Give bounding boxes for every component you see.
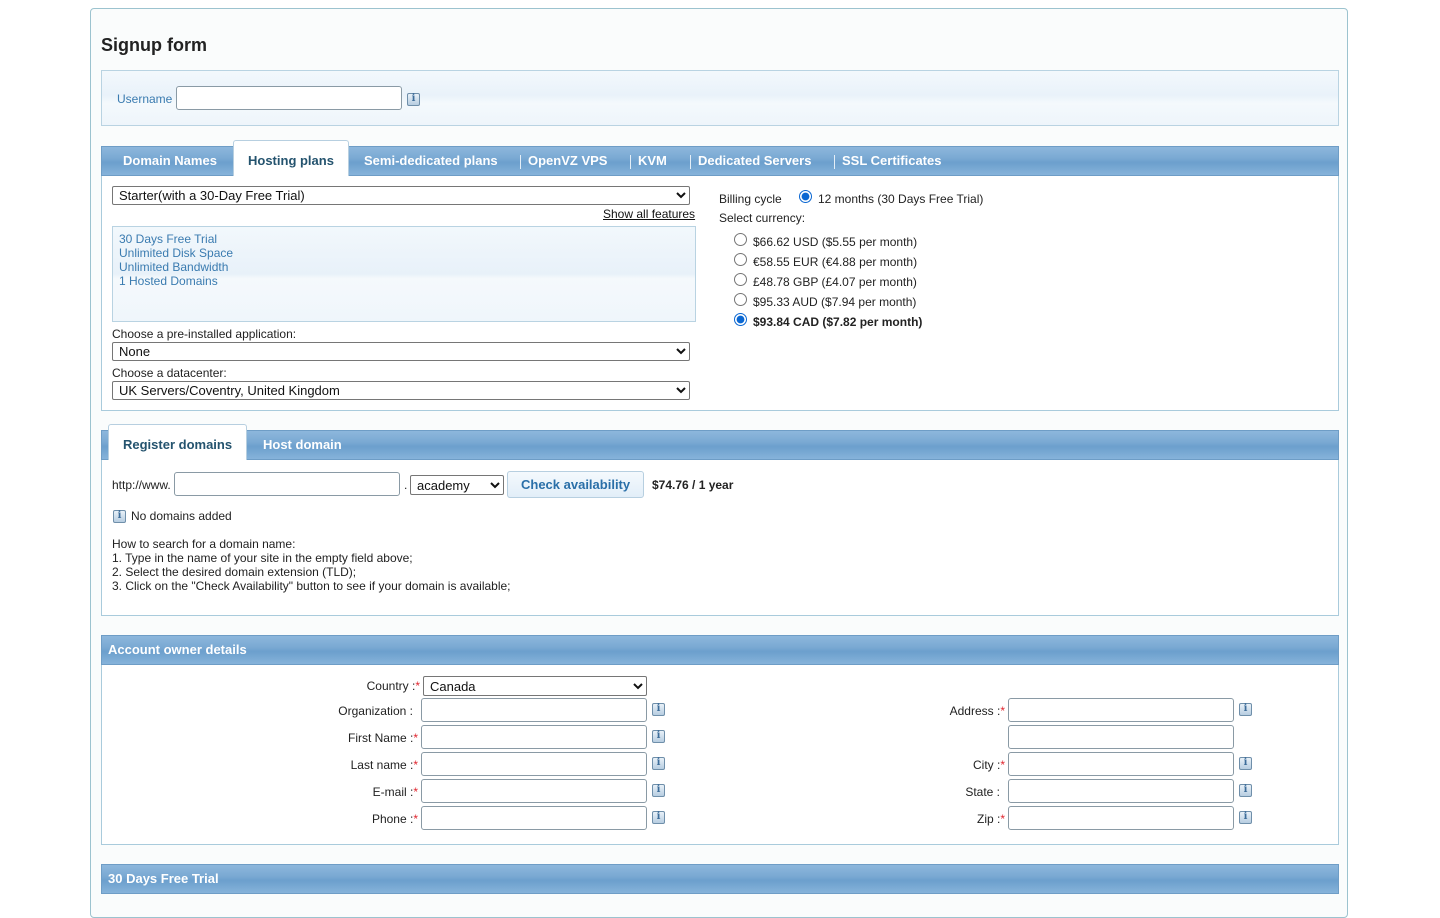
app-select[interactable]: None — [112, 342, 690, 361]
info-icon[interactable] — [652, 703, 665, 716]
domain-dot: . — [404, 478, 408, 492]
check-availability-button[interactable]: Check availability — [507, 471, 645, 498]
tab-ssl-certificates[interactable]: SSL Certificates — [833, 147, 941, 175]
tld-select[interactable]: academy — [410, 475, 504, 495]
domain-howto: How to search for a domain name: 1. Type… — [112, 537, 511, 593]
currency-radio-gbp[interactable] — [734, 273, 747, 286]
first-name-input[interactable] — [421, 725, 647, 749]
address-line2-input[interactable] — [1008, 725, 1234, 749]
currency-option-usd: $66.62 USD ($5.55 per month) — [753, 235, 918, 249]
show-all-features-link[interactable]: Show all features — [603, 207, 695, 221]
info-icon[interactable] — [652, 811, 665, 824]
state-label: State : — [965, 785, 1000, 799]
hosting-panel: Starter(with a 30-Day Free Trial) Show a… — [101, 176, 1339, 411]
domain-name-input[interactable] — [174, 472, 400, 496]
datacenter-label: Choose a datacenter: — [112, 366, 227, 380]
datacenter-select[interactable]: UK Servers/Coventry, United Kingdom — [112, 381, 690, 400]
info-icon[interactable] — [652, 730, 665, 743]
no-domains-message: No domains added — [131, 509, 232, 523]
currency-radio-usd[interactable] — [734, 233, 747, 246]
signup-page: Signup form Username Domain Names Hostin… — [90, 8, 1348, 918]
account-panel: Country :* Canada Organization : First N… — [101, 665, 1339, 845]
hosting-tabbar: Domain Names Hosting plans Semi-dedicate… — [101, 140, 1339, 176]
tab-kvm[interactable]: KVM — [630, 147, 667, 175]
zip-label: Zip :* — [976, 812, 1005, 826]
domain-panel: http://www. . academy Check availability… — [101, 460, 1339, 616]
tab-register-domains[interactable]: Register domains — [108, 424, 248, 460]
tab-semi-dedicated-plans[interactable]: Semi-dedicated plans — [364, 147, 498, 175]
currency-option-gbp: £48.78 GBP (£4.07 per month) — [753, 275, 917, 289]
city-label: City :* — [972, 758, 1005, 772]
page-title: Signup form — [101, 35, 207, 55]
last-name-label: Last name :* — [350, 758, 418, 772]
phone-label: Phone :* — [371, 812, 418, 826]
plan-select[interactable]: Starter(with a 30-Day Free Trial) — [112, 186, 690, 205]
tab-dedicated-servers[interactable]: Dedicated Servers — [689, 147, 811, 175]
info-icon — [113, 510, 126, 523]
tab-domain-names[interactable]: Domain Names — [123, 147, 217, 175]
currency-radio-aud[interactable] — [734, 293, 747, 306]
organization-input[interactable] — [421, 698, 647, 722]
address-label: Address :* — [949, 704, 1005, 718]
howto-line: 3. Click on the "Check Availability" but… — [112, 579, 511, 593]
username-input[interactable] — [176, 86, 402, 110]
howto-line: How to search for a domain name: — [112, 537, 296, 551]
howto-line: 1. Type in the name of your site in the … — [112, 551, 413, 565]
info-icon[interactable] — [652, 784, 665, 797]
zip-input[interactable] — [1008, 806, 1234, 830]
phone-input[interactable] — [421, 806, 647, 830]
feature-item: 30 Days Free Trial — [119, 232, 218, 246]
state-input[interactable] — [1008, 779, 1234, 803]
username-box: Username — [101, 70, 1339, 126]
country-select[interactable]: Canada — [423, 676, 647, 696]
domain-price: $74.76 / 1 year — [652, 478, 734, 492]
domain-tabbar: Register domains Host domain — [101, 424, 1339, 460]
tab-openvz-vps[interactable]: OpenVZ VPS — [519, 147, 607, 175]
organization-label: Organization : — [338, 704, 413, 718]
currency-radio-cad[interactable] — [734, 313, 747, 326]
app-label: Choose a pre-installed application: — [112, 327, 297, 341]
features-box: 30 Days Free Trial Unlimited Disk Space … — [112, 226, 696, 322]
currency-radio-eur[interactable] — [734, 253, 747, 266]
howto-line: 2. Select the desired domain extension (… — [112, 565, 357, 579]
trial-section-header: 30 Days Free Trial — [101, 864, 1339, 894]
currency-label: Select currency: — [719, 211, 806, 225]
info-icon[interactable] — [652, 757, 665, 770]
address-input[interactable] — [1008, 698, 1234, 722]
first-name-label: First Name :* — [347, 731, 418, 745]
tab-hosting-plans[interactable]: Hosting plans — [233, 140, 349, 176]
billing-cycle-label: Billing cycle — [719, 192, 782, 206]
currency-option-eur: €58.55 EUR (€4.88 per month) — [753, 255, 918, 269]
tab-host-domain[interactable]: Host domain — [263, 431, 342, 459]
info-icon[interactable] — [1239, 811, 1252, 824]
username-label: Username — [117, 92, 173, 106]
email-input[interactable] — [421, 779, 647, 803]
city-input[interactable] — [1008, 752, 1234, 776]
account-section-header: Account owner details — [101, 635, 1339, 665]
feature-item: 1 Hosted Domains — [119, 274, 218, 288]
info-icon[interactable] — [407, 93, 420, 106]
currency-option-cad: $93.84 CAD ($7.82 per month) — [753, 315, 923, 329]
info-icon[interactable] — [1239, 784, 1252, 797]
last-name-input[interactable] — [421, 752, 647, 776]
billing-cycle-radio[interactable] — [799, 190, 812, 203]
email-label: E-mail :* — [372, 785, 418, 799]
feature-item: Unlimited Bandwidth — [119, 260, 229, 274]
info-icon[interactable] — [1239, 703, 1252, 716]
billing-cycle-option: 12 months (30 Days Free Trial) — [818, 192, 984, 206]
feature-item: Unlimited Disk Space — [119, 246, 234, 260]
currency-option-aud: $95.33 AUD ($7.94 per month) — [753, 295, 917, 309]
country-label: Country :* — [366, 679, 420, 693]
info-icon[interactable] — [1239, 757, 1252, 770]
url-prefix: http://www. — [112, 478, 171, 492]
